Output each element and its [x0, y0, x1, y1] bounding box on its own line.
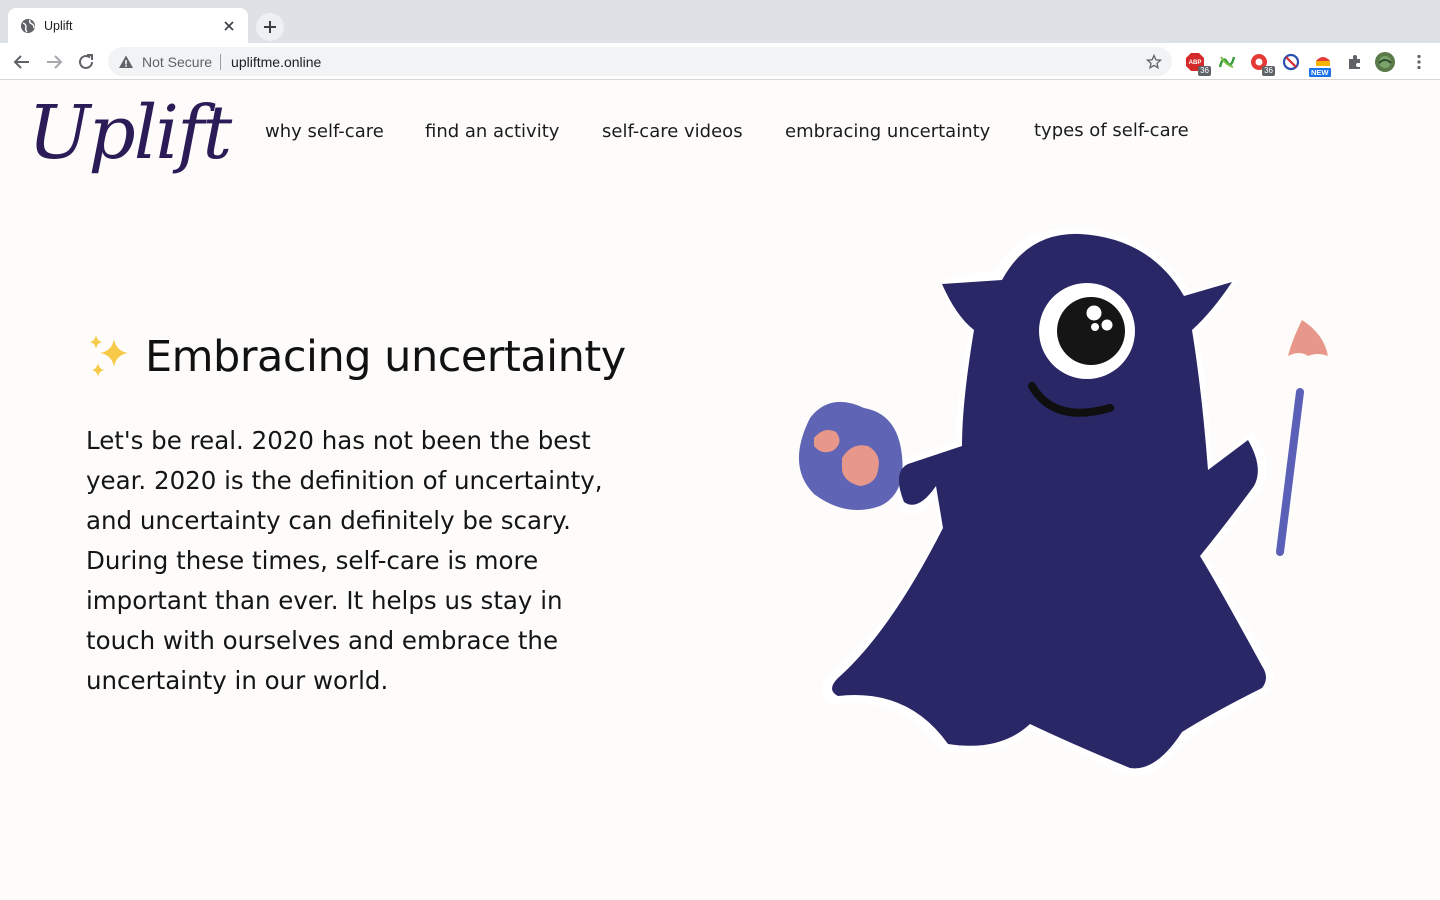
omnibox-divider	[220, 53, 222, 70]
browser-tabstrip: Uplift	[0, 0, 1440, 43]
security-label[interactable]: Not Secure	[142, 54, 212, 70]
site-logo[interactable]: Uplift	[28, 85, 232, 181]
hero-heading: Embracing uncertainty	[84, 332, 626, 382]
new-tab-button[interactable]	[256, 13, 284, 41]
kebab-menu-icon[interactable]	[1408, 51, 1430, 73]
recorder-extension-icon[interactable]: 36	[1248, 51, 1275, 76]
profile-avatar[interactable]	[1374, 51, 1396, 73]
nav-embracing-uncertainty[interactable]: embracing uncertainty	[785, 121, 990, 142]
browser-tab[interactable]: Uplift	[8, 8, 248, 43]
nav-why-self-care[interactable]: why self-care	[265, 121, 384, 142]
reload-button[interactable]	[74, 50, 98, 74]
nav-self-care-videos[interactable]: self-care videos	[602, 121, 743, 142]
tab-title: Uplift	[44, 18, 73, 33]
back-arrow-icon	[13, 55, 29, 69]
star-icon[interactable]	[1144, 52, 1164, 72]
address-bar[interactable]: Not Secure upliftme.online	[108, 47, 1172, 76]
plus-icon	[264, 21, 276, 33]
puzzle-icon[interactable]	[1344, 51, 1366, 73]
forward-arrow-icon	[47, 55, 63, 69]
reload-icon	[79, 54, 93, 69]
link-extension-icon[interactable]	[1216, 51, 1238, 73]
monster-painter-illustration	[780, 220, 1350, 780]
recorder-badge: 36	[1262, 66, 1275, 76]
hero-paragraph: Let's be real. 2020 has not been the bes…	[86, 426, 603, 695]
url-text[interactable]: upliftme.online	[231, 54, 1144, 70]
warning-icon[interactable]	[118, 54, 134, 70]
forward-button[interactable]	[42, 50, 66, 74]
new-badge: NEW	[1309, 68, 1331, 77]
nav-find-an-activity[interactable]: find an activity	[425, 121, 559, 142]
site-header: Uplift why self-care find an activity se…	[0, 81, 1440, 189]
browser-toolbar: Not Secure upliftme.online ABP 36 36 NEW	[0, 43, 1440, 80]
nav-types-of-self-care[interactable]: types of self-care	[1034, 120, 1189, 141]
sparkles-icon	[84, 333, 132, 381]
back-button[interactable]	[10, 50, 34, 74]
close-icon[interactable]	[220, 17, 238, 35]
adblock-badge: 36	[1198, 66, 1211, 76]
new-extension-icon[interactable]: NEW	[1309, 51, 1334, 77]
page-title: Embracing uncertainty	[145, 332, 626, 382]
adblock-icon[interactable]: ABP 36	[1184, 51, 1211, 76]
block-extension-icon[interactable]	[1280, 51, 1302, 73]
globe-icon	[20, 18, 36, 34]
